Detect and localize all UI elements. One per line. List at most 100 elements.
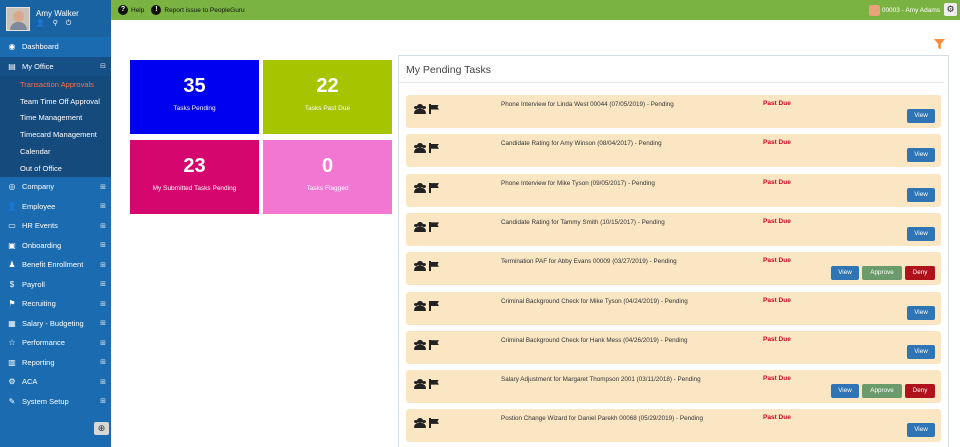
task-status: Past Due [763,178,791,186]
submenu-item-out-of-office[interactable]: Out of Office [0,160,111,177]
task-icons [413,261,440,272]
users-icon [413,379,427,390]
task-status: Past Due [763,296,791,304]
view-button[interactable]: View [907,423,935,438]
flag-icon[interactable] [429,261,440,272]
task-icons [413,339,440,350]
task-actions: View [907,148,935,163]
flag-icon[interactable] [429,143,440,154]
view-button[interactable]: View [907,148,935,163]
expand-icon[interactable]: ⊞ [100,397,106,405]
task-icons [413,182,440,193]
expand-icon[interactable]: ⊞ [100,358,106,366]
task-row: Candidate Rating for Amy Winson (08/04/2… [406,134,941,168]
expand-icon[interactable]: ⊞ [100,183,106,191]
expand-icon[interactable]: ⊞ [100,300,106,308]
users-icon [413,143,427,154]
current-user[interactable]: 00003 - Amy Adams [868,4,940,16]
expand-icon[interactable]: ⊞ [100,280,106,288]
help-link[interactable]: ? Help [118,5,144,15]
sidebar-item-dashboard[interactable]: ◉ Dashboard [0,37,111,57]
sidebar-item-label: My Office [22,61,54,71]
tile-tasks-pending[interactable]: 35 Tasks Pending [130,60,259,134]
sidebar-item-hr-events[interactable]: ▭ HR Events ⊞ [0,216,111,236]
tile-my-submitted-tasks-pending[interactable]: 23 My Submitted Tasks Pending [130,140,259,214]
sidebar-item-salary-budgeting[interactable]: ▦ Salary - Budgeting ⊞ [0,313,111,333]
flag-icon[interactable] [429,300,440,311]
flag-icon[interactable] [429,221,440,232]
help-label: Help [131,6,145,14]
view-button[interactable]: View [831,266,859,281]
view-button[interactable]: View [907,305,935,320]
task-row: Candidate Rating for Tammy Smith (10/15/… [406,212,941,246]
sidebar-item-system-setup[interactable]: ✎ System Setup ⊞ [0,391,111,411]
help-icon: ? [118,5,128,15]
sidebar-item-company[interactable]: ◎ Company ⊞ [0,177,111,197]
expand-icon[interactable]: ⊞ [100,319,106,327]
users-icon [413,261,427,272]
view-button[interactable]: View [907,226,935,241]
tile-label: My Submitted Tasks Pending [152,185,237,192]
users-icon [413,300,427,311]
expand-icon[interactable]: ⊞ [100,202,106,210]
gear-icon[interactable]: ⚙ [944,3,957,16]
task-status: Past Due [763,414,791,422]
task-icons [413,143,440,154]
flag-icon[interactable] [429,182,440,193]
sidebar-item-performance[interactable]: ☆ Performance ⊞ [0,333,111,353]
flag-icon[interactable] [429,418,440,429]
expand-icon[interactable]: ⊞ [100,222,106,230]
tile-tasks-past-due[interactable]: 22 Tasks Past Due [263,60,392,134]
view-button[interactable]: View [907,344,935,359]
approve-button[interactable]: Approve [862,266,902,281]
flag-icon[interactable] [429,339,440,350]
profile-name[interactable]: Amy Walker [36,9,79,19]
approve-button[interactable]: Approve [862,384,902,399]
task-description: Candidate Rating for Amy Winson (08/04/2… [501,140,662,148]
sidebar-item-label: Employee [22,201,56,211]
sidebar-item-benefit-enrollment[interactable]: ♟ Benefit Enrollment ⊞ [0,255,111,275]
sidebar-item-employee[interactable]: 👤 Employee ⊞ [0,196,111,216]
submenu-item-team-time-off-approval[interactable]: Team Time Off Approval [0,93,111,110]
expand-icon[interactable]: ⊞ [100,339,106,347]
collapse-sidebar-icon[interactable]: ⊕ [94,422,109,435]
view-button[interactable]: View [907,109,935,123]
sidebar-item-payroll[interactable]: $ Payroll ⊞ [0,274,111,294]
avatar[interactable] [6,6,30,31]
submenu-item-calendar[interactable]: Calendar [0,143,111,160]
tile-label: Tasks Past Due [304,105,351,112]
submenu-item-transaction-approvals[interactable]: Transaction Approvals [0,76,111,93]
sidebar-item-aca[interactable]: ⚙ ACA ⊞ [0,372,111,392]
profile-actions-icon[interactable]: 👤 ⚲ ⏻ [36,19,79,28]
task-actions: View Approve Deny [831,266,935,281]
sidebar-item-my-office[interactable]: ▤ My Office ⊟ [0,56,111,76]
sidebar-item-label: Reporting [22,357,55,367]
filter-icon[interactable] [934,39,945,50]
expand-icon[interactable]: ⊞ [100,378,106,386]
submenu-item-time-management[interactable]: Time Management [0,110,111,127]
sidebar-item-reporting[interactable]: ▥ Reporting ⊞ [0,352,111,372]
sidebar-item-recruiting[interactable]: ⚑ Recruiting ⊞ [0,294,111,314]
tile-tasks-flagged[interactable]: 0 Tasks Flagged [263,140,392,214]
task-status: Past Due [763,217,791,225]
alert-icon: ! [151,5,162,15]
report-issue-link[interactable]: ! Report issue to PeopleGuru [151,5,245,15]
deny-button[interactable]: Deny [905,266,935,281]
flag-icon[interactable] [429,379,440,390]
expand-icon[interactable]: ⊞ [100,241,106,249]
sidebar-item-onboarding[interactable]: ▣ Onboarding ⊞ [0,235,111,255]
deny-button[interactable]: Deny [905,384,935,399]
expand-icon[interactable]: ⊞ [100,261,106,269]
sidebar-item-label: HR Events [22,221,58,231]
view-button[interactable]: View [907,187,935,202]
flag-icon[interactable] [429,104,440,114]
submenu-item-timecard-management[interactable]: Timecard Management [0,126,111,143]
wrench-icon: ✎ [8,396,16,406]
task-description: Termination PAF for Abby Evans 00009 (03… [501,258,677,266]
expand-icon[interactable]: ⊟ [100,62,106,70]
view-button[interactable]: View [831,384,859,399]
task-description: Postion Change Wizard for Daniel Parekh … [501,415,703,423]
profile-block: Amy Walker 👤 ⚲ ⏻ [0,0,111,37]
users-icon [413,104,427,114]
tile-label: Tasks Flagged [306,185,349,192]
